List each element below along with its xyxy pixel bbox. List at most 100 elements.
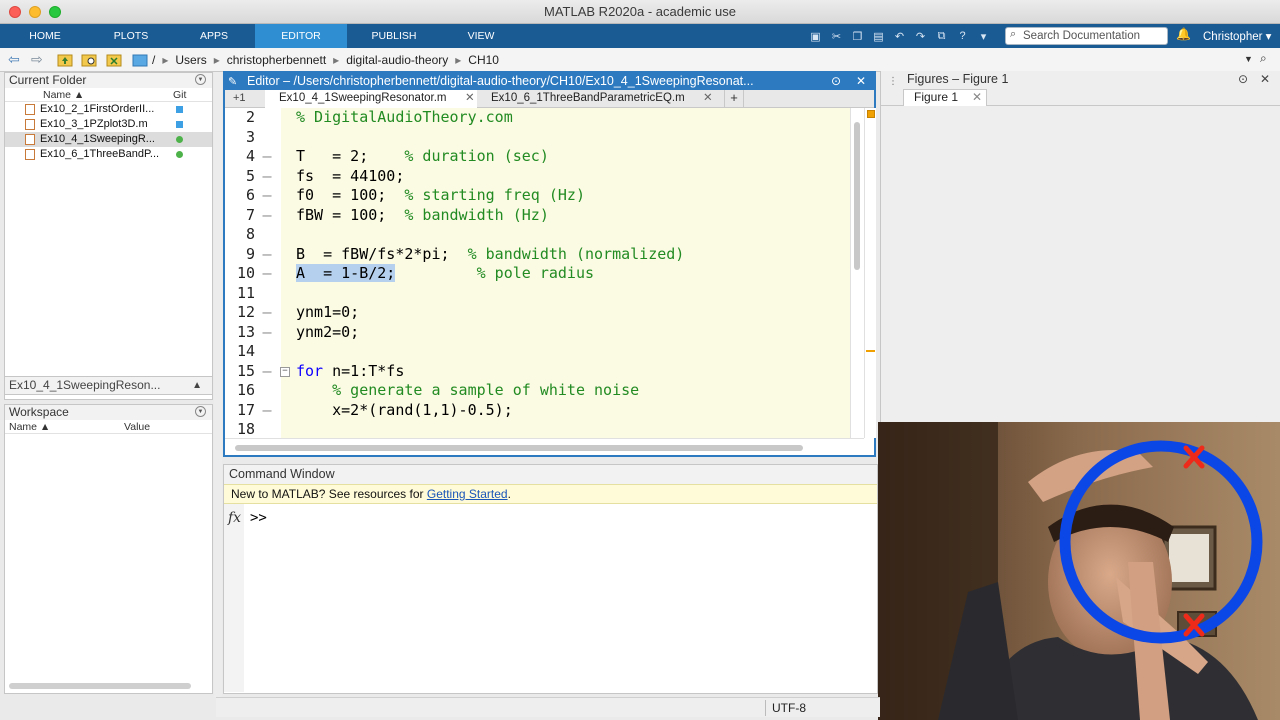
breadcrumb-christopherbennett[interactable]: christopherbennett xyxy=(227,53,326,67)
toolbar-options-icon[interactable]: ▾ xyxy=(974,27,993,45)
code-line[interactable]: 17– x=2*(rand(1,1)-0.5); xyxy=(225,400,851,421)
workspace-header: Workspace ▼ xyxy=(5,405,212,420)
breakpoint-marker[interactable]: – xyxy=(257,303,277,321)
line-number: 6 xyxy=(225,186,255,204)
file-item[interactable]: Ex10_2_1FirstOrderII... xyxy=(5,102,212,117)
figure-tab-1[interactable]: Figure 1 ✕ xyxy=(903,89,987,106)
code-line[interactable]: 3 xyxy=(225,127,851,148)
panel-options-icon[interactable]: ▼ xyxy=(195,74,206,85)
breakpoint-marker[interactable]: – xyxy=(257,167,277,185)
code-line[interactable]: 6– f0 = 100; % starting freq (Hz) xyxy=(225,186,851,206)
code-line[interactable]: 2 % DigitalAudioTheory.com xyxy=(225,108,851,128)
tab-publish[interactable]: PUBLISH xyxy=(347,24,441,48)
code-line[interactable]: 15– − for n=1:T*fs xyxy=(225,361,851,382)
close-tab-icon[interactable]: ✕ xyxy=(703,90,713,107)
breakpoint-marker[interactable]: – xyxy=(257,245,277,263)
editor-close-icon[interactable]: ✕ xyxy=(856,73,866,89)
breadcrumb-digital-audio-theory[interactable]: digital-audio-theory xyxy=(346,53,448,67)
code-line[interactable]: 5– fs = 44100; xyxy=(225,166,851,187)
breakpoint-marker[interactable]: – xyxy=(257,323,277,341)
breakpoint-marker[interactable]: – xyxy=(257,362,277,380)
tab-plots[interactable]: PLOTS xyxy=(88,24,174,48)
tab-home[interactable]: HOME xyxy=(0,24,90,48)
matlab-file-icon xyxy=(25,104,35,115)
browse-folder-icon[interactable] xyxy=(81,52,97,67)
code-line[interactable]: 14 xyxy=(225,342,851,362)
editor-tab-sweeping-resonator[interactable]: Ex10_4_1SweepingResonator.m ✕ xyxy=(265,90,477,108)
panel-options-icon[interactable]: ▼ xyxy=(195,406,206,417)
folder-search-icon[interactable]: ⌕ xyxy=(1260,51,1267,66)
scrollbar-thumb[interactable] xyxy=(854,122,860,270)
save-icon[interactable]: ▣ xyxy=(806,27,825,45)
code-line[interactable]: 9– B = fBW/fs*2*pi; % bandwidth (normaliz… xyxy=(225,244,851,265)
close-tab-icon[interactable]: ✕ xyxy=(465,90,475,107)
chevron-up-icon[interactable]: ▲ xyxy=(192,377,202,394)
breakpoint-marker[interactable]: – xyxy=(257,186,277,204)
git-column-header[interactable]: Git xyxy=(173,89,186,101)
breadcrumb-ch10[interactable]: CH10 xyxy=(468,53,499,67)
file-item-selected[interactable]: Ex10_4_1SweepingR... xyxy=(5,132,212,147)
search-documentation-input[interactable]: ⌕ Search Documentation xyxy=(1005,27,1168,45)
redo-icon[interactable]: ↷ xyxy=(911,27,930,45)
code-area[interactable]: 2% DigitalAudioTheory.com 3 4– T = 2; % dur… xyxy=(225,108,851,438)
name-column-header[interactable]: Name ▲ xyxy=(9,421,50,433)
forward-arrow-icon[interactable]: ⇨ xyxy=(31,51,43,68)
copy-icon[interactable]: ❐ xyxy=(848,27,867,45)
new-folder-icon[interactable] xyxy=(106,52,122,67)
file-item[interactable]: Ex10_3_1PZplot3D.m xyxy=(5,117,212,132)
warning-indicator-icon[interactable] xyxy=(867,110,875,118)
code-line[interactable]: 13– ynm2=0; xyxy=(225,322,851,343)
help-icon[interactable]: ? xyxy=(953,27,972,45)
function-browser-icon[interactable]: fx xyxy=(228,510,241,526)
figures-options-icon[interactable]: ⊙ xyxy=(1238,71,1248,88)
figures-close-icon[interactable]: ✕ xyxy=(1260,71,1270,88)
new-tab-button[interactable]: + xyxy=(724,90,744,107)
code-line[interactable]: 11 xyxy=(225,283,851,304)
up-folder-icon[interactable] xyxy=(57,52,73,67)
code-fold-icon[interactable]: − xyxy=(280,366,290,377)
close-tab-icon[interactable]: ✕ xyxy=(972,90,982,105)
editor-tab-three-band-eq[interactable]: Ex10_6_1ThreeBandParametricEQ.m ✕ xyxy=(477,90,723,108)
notification-bell-icon[interactable]: 🔔 xyxy=(1176,27,1191,41)
details-panel-header[interactable]: Ex10_4_1SweepingReson... ▲ xyxy=(4,376,213,395)
horizontal-scrollbar[interactable] xyxy=(9,683,191,689)
editor-options-icon[interactable]: ⊙ xyxy=(831,73,841,89)
tab-apps[interactable]: APPS xyxy=(172,24,256,48)
window-title: MATLAB R2020a - academic use xyxy=(544,4,736,19)
breakpoint-marker[interactable]: – xyxy=(257,401,277,419)
address-dropdown-icon[interactable]: ▼ xyxy=(1244,54,1253,64)
code-line[interactable]: 7– fBW = 100; % bandwidth (Hz) xyxy=(225,205,851,226)
user-menu[interactable]: Christopher ▾ xyxy=(1203,29,1271,43)
switch-windows-icon[interactable]: ⧉ xyxy=(932,27,951,45)
name-column-header[interactable]: Name ▲ xyxy=(43,89,84,101)
file-item[interactable]: Ex10_6_1ThreeBandP... xyxy=(5,147,212,162)
panel-splitter[interactable] xyxy=(214,72,222,697)
code-line[interactable]: 4– T = 2; % duration (sec) xyxy=(225,147,851,167)
undo-icon[interactable]: ↶ xyxy=(890,27,909,45)
value-column-header[interactable]: Value xyxy=(124,421,150,433)
scrollbar-thumb[interactable] xyxy=(235,445,803,451)
breakpoint-marker[interactable]: – xyxy=(257,264,277,282)
warning-marker[interactable] xyxy=(866,350,875,352)
back-arrow-icon[interactable]: ⇦ xyxy=(8,51,20,68)
breadcrumb-users[interactable]: Users xyxy=(175,53,206,67)
status-divider xyxy=(765,700,766,716)
cut-icon[interactable]: ✂ xyxy=(827,27,846,45)
code-line[interactable]: 12– ynm1=0; xyxy=(225,303,851,323)
code-line[interactable]: 16 % generate a sample of white noise xyxy=(225,381,851,401)
code-line[interactable]: 8 xyxy=(225,225,851,245)
selected-code-text: A = 1-B/2; xyxy=(296,264,396,282)
figures-panel: ⋮ Figures – Figure 1 ⊙ ✕ Figure 1 ✕ xyxy=(880,71,1280,423)
getting-started-link[interactable]: Getting Started xyxy=(427,487,508,501)
code-line[interactable]: 18 xyxy=(225,420,851,438)
horizontal-scrollbar[interactable] xyxy=(225,438,864,455)
tab-editor[interactable]: EDITOR xyxy=(255,24,347,48)
paste-icon[interactable]: ▤ xyxy=(869,27,888,45)
vertical-scrollbar[interactable] xyxy=(850,108,864,438)
breakpoint-marker[interactable]: – xyxy=(257,147,277,165)
breadcrumb-root[interactable]: / xyxy=(152,53,155,67)
code-line[interactable]: 10– A = 1-B/2; % pole radius xyxy=(225,264,851,284)
breakpoint-marker[interactable]: – xyxy=(257,206,277,224)
command-line[interactable]: fx >> xyxy=(224,504,877,694)
tab-view[interactable]: VIEW xyxy=(441,24,521,48)
